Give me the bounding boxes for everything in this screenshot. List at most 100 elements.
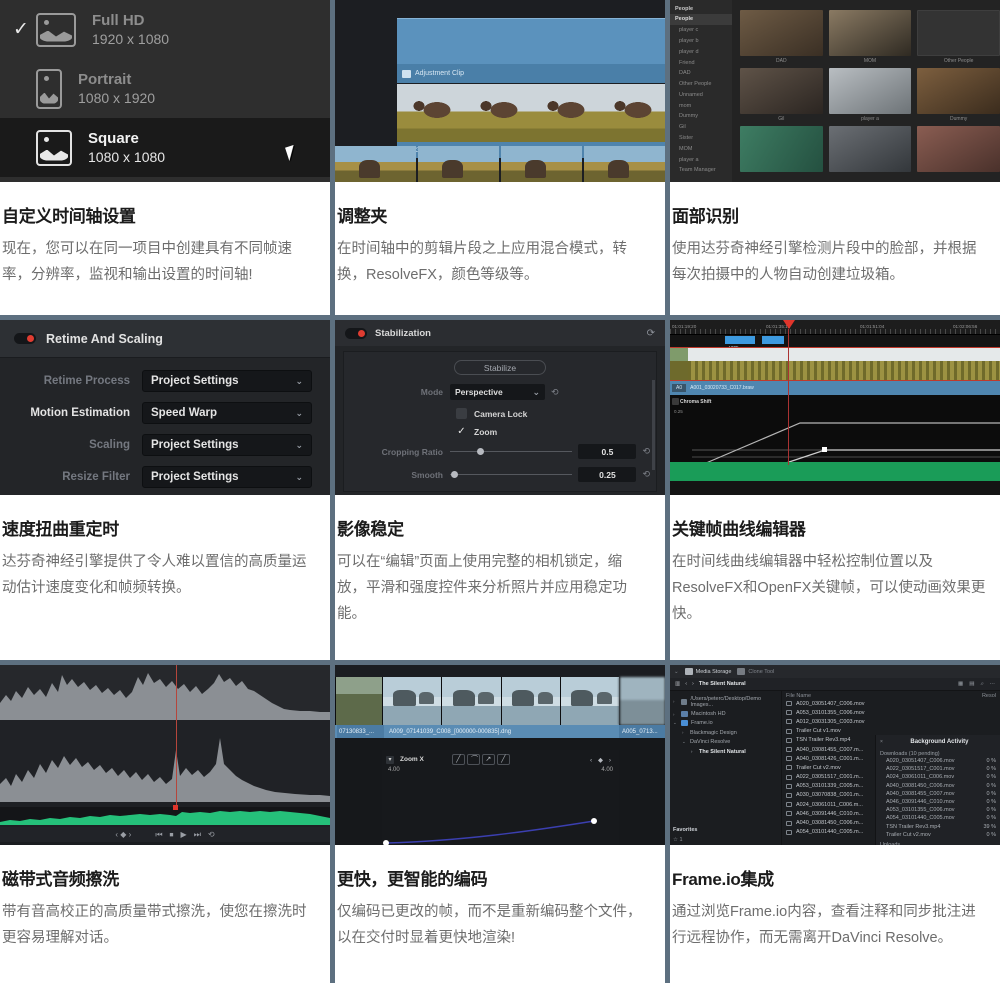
tree-node[interactable]: ›/Users/peterc/Desktop/Demo Images... — [673, 694, 781, 709]
sidebar-item[interactable]: Unnamed — [670, 89, 732, 100]
resolution-option-portrait[interactable]: Portrait 1080 x 1920 — [0, 59, 330, 118]
file-checkbox[interactable] — [786, 793, 792, 798]
smooth-value[interactable]: 0.25 — [578, 467, 636, 482]
keyframe-nav[interactable]: ‹ ◆ › — [590, 756, 613, 764]
tree-node[interactable]: ⌄Frame.io — [673, 719, 781, 728]
resolution-option-square[interactable]: Square 1080 x 1080 — [0, 118, 330, 177]
file-row[interactable]: A020_03051407_C006.mov — [782, 699, 1000, 708]
file-checkbox[interactable] — [786, 802, 792, 807]
field-dropdown[interactable]: Project Settings⌄ — [142, 370, 312, 392]
stop-icon[interactable]: ⏹ — [170, 830, 174, 840]
cropping-ratio-slider[interactable] — [450, 451, 572, 452]
tree-node-selected[interactable]: ›The Silent Natural — [673, 747, 781, 756]
playhead-marker-icon[interactable] — [173, 805, 178, 810]
sidebar-item-people[interactable]: People — [670, 14, 732, 25]
scrollbar[interactable] — [652, 380, 655, 470]
field-dropdown[interactable]: Project Settings⌄ — [142, 434, 312, 456]
favorites-item[interactable]: ☆ 1 — [673, 837, 683, 843]
face-cell[interactable]: Dummy — [917, 68, 1000, 122]
field-dropdown[interactable]: Speed Warp⌄ — [142, 402, 312, 424]
sidebar-item[interactable]: DAD — [670, 68, 732, 79]
file-checkbox[interactable] — [786, 830, 792, 835]
file-checkbox[interactable] — [786, 719, 792, 724]
enable-toggle[interactable] — [345, 328, 367, 339]
sidebar-item[interactable]: Gil — [670, 122, 732, 133]
file-checkbox[interactable] — [786, 738, 792, 743]
face-cell[interactable] — [829, 126, 912, 172]
face-cell[interactable]: Other People — [917, 10, 1000, 64]
face-cell[interactable]: DAD — [740, 10, 823, 64]
zoom-row[interactable]: ✓ Zoom — [344, 426, 656, 437]
face-cell[interactable] — [740, 126, 823, 172]
reset-icon[interactable]: ⟲ — [642, 446, 650, 457]
marker-clip-2[interactable] — [762, 336, 784, 344]
reset-icon[interactable]: ⟳ — [647, 328, 655, 339]
sidebar-item[interactable]: Sister — [670, 133, 732, 144]
skip-back-icon[interactable]: ⏮ — [155, 830, 162, 840]
sidebar-item[interactable]: MOM — [670, 143, 732, 154]
sidebar-item[interactable]: Dummy — [670, 111, 732, 122]
back-icon[interactable]: ‹ — [685, 681, 687, 687]
file-list[interactable]: File Name Resol A020_03051407_C006.mov A… — [782, 691, 1000, 845]
mode-dropdown[interactable]: Perspective⌄ — [450, 384, 545, 400]
camera-lock-checkbox[interactable] — [456, 408, 467, 419]
transport-controls[interactable]: ‹ ◆ › ⏮ ⏹ ▶ ⏭ ⟲ — [0, 827, 330, 842]
folder-tree[interactable]: ›/Users/peterc/Desktop/Demo Images... ›M… — [670, 691, 782, 845]
waveform-track-top[interactable] — [0, 665, 330, 720]
people-sidebar[interactable]: People People player c player b player d… — [670, 0, 732, 182]
file-row[interactable]: A053_03101355_C006.mov — [782, 708, 1000, 717]
ease-interp-icon[interactable]: ⌒ — [467, 754, 480, 765]
resolution-menu[interactable]: ✓ Full HD 1920 x 1080 Portrait 1080 x 19… — [0, 0, 330, 182]
camera-lock-row[interactable]: Camera Lock — [344, 408, 656, 419]
file-checkbox[interactable] — [786, 811, 792, 816]
reset-icon[interactable]: ⟲ — [551, 387, 559, 398]
sidebar-item[interactable]: player d — [670, 46, 732, 57]
ease-out-icon[interactable]: ╱ — [497, 754, 510, 765]
smooth-slider[interactable] — [450, 474, 572, 475]
search-icon[interactable]: ⌕ — [980, 681, 983, 688]
linear-interp-icon[interactable]: ╱ — [452, 754, 465, 765]
playhead-icon[interactable] — [783, 320, 795, 329]
param-expand-icon[interactable]: ▾ — [386, 756, 394, 764]
file-checkbox[interactable] — [786, 784, 792, 789]
tab-clone-tool[interactable]: Clone Tool — [737, 668, 774, 675]
stabilize-button[interactable]: Stabilize — [454, 360, 546, 375]
face-cell[interactable]: Gil — [740, 68, 823, 122]
reset-icon[interactable]: ⟲ — [642, 469, 650, 480]
cropping-ratio-value[interactable]: 0.5 — [578, 444, 636, 459]
resolution-option-full-hd[interactable]: ✓ Full HD 1920 x 1080 — [0, 0, 330, 59]
ease-in-icon[interactable]: ↗ — [482, 754, 495, 765]
file-checkbox[interactable] — [786, 747, 792, 752]
enable-toggle[interactable] — [14, 333, 36, 344]
sidebar-item[interactable]: player c — [670, 25, 732, 36]
more-options-icon[interactable]: ⋯ — [990, 681, 996, 688]
marker-clip[interactable]: A005 — [725, 336, 755, 344]
tree-node[interactable]: ›Blackmagic Design — [673, 728, 781, 737]
file-checkbox[interactable] — [786, 775, 792, 780]
sidebar-item[interactable]: Other People — [670, 79, 732, 90]
face-cell[interactable] — [917, 126, 1000, 172]
tree-node[interactable]: ⌄DaVinci Resolve — [673, 738, 781, 747]
zoom-checkbox[interactable]: ✓ — [456, 426, 467, 437]
file-checkbox[interactable] — [786, 729, 792, 734]
file-checkbox[interactable] — [786, 765, 792, 770]
timeline-ruler[interactable]: 01:01:19:20 01:01:35:12 01:01:51:04 01:0… — [670, 320, 1000, 335]
sidebar-item[interactable]: Team Manager — [670, 165, 732, 176]
panel-dropdown-icon[interactable]: ⌄ — [674, 669, 679, 675]
grid-view-icon[interactable]: ▦ — [958, 681, 963, 688]
forward-icon[interactable]: › — [692, 681, 694, 687]
tree-node[interactable]: ›Macintosh HD — [673, 709, 781, 718]
tab-media-storage[interactable]: Media Storage — [685, 668, 732, 675]
list-view-icon[interactable]: ▤ — [969, 681, 974, 688]
sidebar-item[interactable]: player b — [670, 36, 732, 47]
sidebar-toggle-icon[interactable]: ▥ — [675, 681, 680, 687]
waveform-track-bottom[interactable] — [0, 720, 330, 802]
file-checkbox[interactable] — [786, 701, 792, 706]
sidebar-item[interactable]: Friend — [670, 57, 732, 68]
sidebar-item[interactable]: player a — [670, 154, 732, 165]
keyframe-curve-panel[interactable]: ▾ Zoom X ╱ ⌒ ↗ ╱ ‹ ◆ › 4.00 4.00 — [382, 750, 619, 845]
loop-icon[interactable]: ⟲ — [208, 830, 215, 839]
skip-forward-icon[interactable]: ⏭ — [194, 830, 201, 840]
prev-nav-icon[interactable]: ‹ ◆ › — [115, 830, 131, 839]
face-cell[interactable]: player a — [829, 68, 912, 122]
